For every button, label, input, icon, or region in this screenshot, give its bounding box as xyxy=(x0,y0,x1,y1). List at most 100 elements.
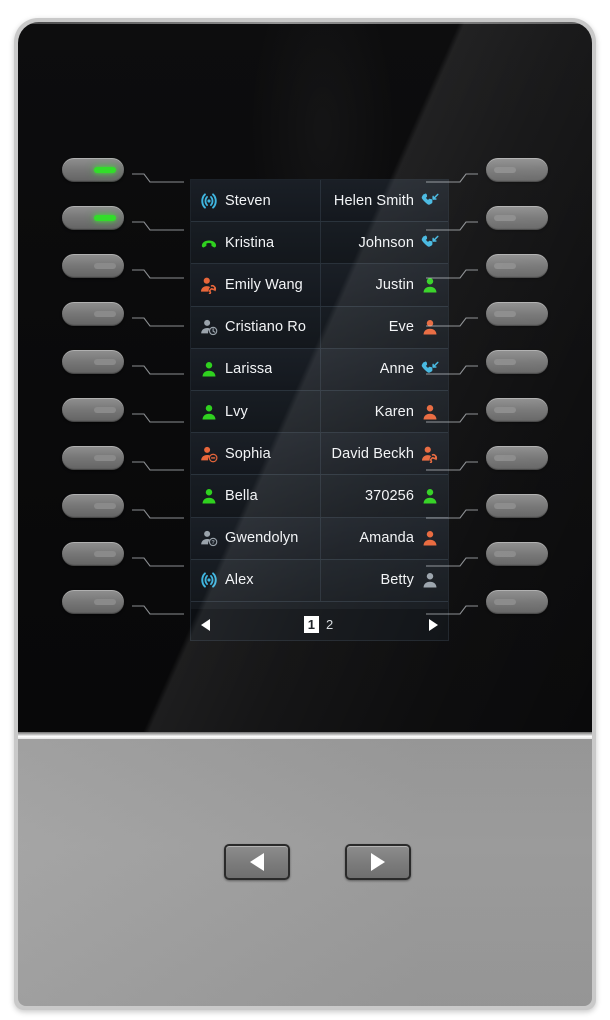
line-key-20[interactable] xyxy=(486,590,548,614)
contact-label: Bella xyxy=(225,487,258,504)
key-led-indicator xyxy=(494,551,516,557)
line-key-2[interactable] xyxy=(62,206,124,230)
contact-row: Alex Betty xyxy=(191,559,448,602)
line-key-8[interactable] xyxy=(62,494,124,518)
line-key-18[interactable] xyxy=(486,494,548,518)
contact-label: Amanda xyxy=(359,530,414,547)
contact-entry-left[interactable]: Cristiano Ro xyxy=(200,307,320,348)
page-next-button[interactable] xyxy=(345,844,411,880)
user-dnd-icon xyxy=(200,445,218,463)
line-key-3[interactable] xyxy=(62,254,124,278)
line-key-11[interactable] xyxy=(486,158,548,182)
contact-entry-left[interactable]: Steven xyxy=(200,180,320,221)
line-key-15[interactable] xyxy=(486,350,548,374)
user-icon xyxy=(421,487,439,505)
contact-entry-right[interactable]: Karen xyxy=(319,390,440,433)
user-icon xyxy=(200,360,218,378)
line-key-7[interactable] xyxy=(62,446,124,470)
line-key-16[interactable] xyxy=(486,398,548,422)
contact-entry-right[interactable]: Helen Smith xyxy=(319,180,440,222)
lower-body-panel xyxy=(18,739,592,1006)
expansion-module-device: Steven Helen Smith Kristina Johnson Emily Wa… xyxy=(14,18,596,1010)
contact-row: Sophia David Beckh xyxy=(191,433,448,476)
contact-entry-left[interactable]: Larissa xyxy=(200,349,320,390)
key-led-indicator xyxy=(494,503,516,509)
user-icon xyxy=(421,529,439,547)
key-led-indicator xyxy=(494,263,516,269)
contact-label: Steven xyxy=(225,192,271,209)
contact-entry-left[interactable]: Bella xyxy=(200,475,320,516)
key-led-indicator xyxy=(494,167,516,173)
lcd-screen: Steven Helen Smith Kristina Johnson Emily Wa… xyxy=(190,179,449,641)
line-key-13[interactable] xyxy=(486,254,548,278)
line-key-4[interactable] xyxy=(62,302,124,326)
user-icon xyxy=(421,403,439,421)
contact-label: David Beckh xyxy=(331,445,414,462)
contact-entry-right[interactable]: Johnson xyxy=(319,222,440,264)
key-led-indicator xyxy=(494,455,516,461)
contact-entry-left[interactable]: Emily Wang xyxy=(200,264,320,305)
key-connector-trace xyxy=(130,604,186,617)
triangle-right-icon[interactable] xyxy=(429,618,438,631)
contact-entry-left[interactable]: Kristina xyxy=(200,222,320,263)
contact-entry-left[interactable]: ? Gwendolyn xyxy=(200,518,320,559)
contact-row: Steven Helen Smith xyxy=(191,180,448,223)
contact-label: Karen xyxy=(374,403,414,420)
contact-entry-right[interactable]: Amanda xyxy=(319,517,440,559)
line-key-10[interactable] xyxy=(62,590,124,614)
contact-entry-right[interactable]: Eve xyxy=(319,306,440,348)
key-led-indicator xyxy=(94,311,116,317)
shared-line-icon xyxy=(200,192,218,210)
page-number[interactable]: 1 xyxy=(303,616,319,633)
contact-label: Larissa xyxy=(225,361,273,378)
line-key-12[interactable] xyxy=(486,206,548,230)
key-led-indicator xyxy=(94,359,116,365)
key-led-indicator xyxy=(494,311,516,317)
key-led-indicator xyxy=(494,599,516,605)
contact-entry-right[interactable]: Betty xyxy=(319,559,440,601)
contact-label: Betty xyxy=(380,572,414,589)
line-key-17[interactable] xyxy=(486,446,548,470)
key-led-indicator xyxy=(494,215,516,221)
line-key-1[interactable] xyxy=(62,158,124,182)
key-connector-trace xyxy=(130,412,186,425)
contact-entry-right[interactable]: David Beckh xyxy=(319,433,440,475)
user-icon xyxy=(421,318,439,336)
line-key-9[interactable] xyxy=(62,542,124,566)
key-led-indicator xyxy=(94,407,116,413)
contact-entry-right[interactable]: 370256 xyxy=(319,475,440,517)
line-key-6[interactable] xyxy=(62,398,124,422)
key-connector-trace xyxy=(130,508,186,521)
key-connector-trace xyxy=(130,364,186,377)
user-away-icon xyxy=(200,318,218,336)
line-key-19[interactable] xyxy=(486,542,548,566)
shared-line-icon xyxy=(200,571,218,589)
contact-entry-right[interactable]: Justin xyxy=(319,264,440,306)
key-connector-trace xyxy=(130,316,186,329)
user-icon xyxy=(200,403,218,421)
contact-label: Kristina xyxy=(225,234,275,251)
triangle-left-icon[interactable] xyxy=(201,618,210,631)
bezel-top-highlight xyxy=(18,22,592,24)
contact-row: ? Gwendolyn Amanda xyxy=(191,517,448,560)
contact-entry-left[interactable]: Lvy xyxy=(200,391,320,432)
line-key-14[interactable] xyxy=(486,302,548,326)
key-connector-trace xyxy=(130,220,186,233)
contact-row: Kristina Johnson xyxy=(191,222,448,265)
contact-label: Gwendolyn xyxy=(225,530,299,547)
contact-label: Justin xyxy=(375,276,414,293)
contact-entry-left[interactable]: Sophia xyxy=(200,433,320,474)
contact-label: Cristiano Ro xyxy=(225,319,306,336)
user-icon xyxy=(200,487,218,505)
contact-label: Eve xyxy=(388,319,414,336)
contact-label: 370256 xyxy=(365,487,414,504)
page-number[interactable]: 2 xyxy=(324,617,335,632)
contact-label: Lvy xyxy=(225,403,248,420)
contact-label: Johnson xyxy=(358,234,414,251)
contact-entry-left[interactable]: Alex xyxy=(200,560,320,601)
page-prev-button[interactable] xyxy=(224,844,290,880)
line-key-5[interactable] xyxy=(62,350,124,374)
contact-label: Emily Wang xyxy=(225,276,303,293)
contact-entry-right[interactable]: Anne xyxy=(319,348,440,390)
key-connector-trace xyxy=(130,268,186,281)
